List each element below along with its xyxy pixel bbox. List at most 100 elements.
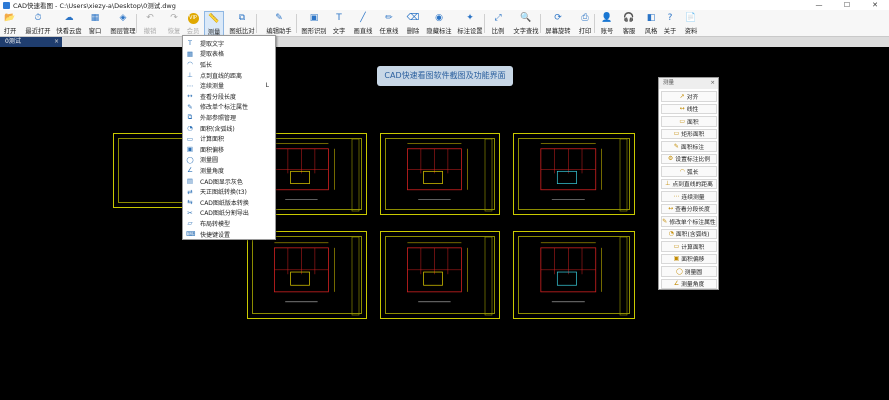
compare-icon: ⧉: [238, 13, 246, 23]
menu-item-label: 计算面积: [200, 136, 225, 144]
panel-button-annotation-scale[interactable]: ⚙ 设置标注比例: [661, 153, 717, 165]
panel-button-measure-angle[interactable]: ∠ 测量角度: [661, 278, 717, 290]
toolbar-button-label: 屏幕旋转: [545, 28, 571, 35]
menu-item-label: 测量角度: [200, 167, 225, 175]
toolbar-button-style[interactable]: ◧ 风格: [642, 11, 660, 36]
panel-button-annotation-property[interactable]: ✎ 修改单个标注属性: [661, 216, 717, 227]
toolbar-button-redo[interactable]: ↷ 恢复: [164, 11, 184, 36]
toolbar-button-freeline[interactable]: ✏ 任意线: [378, 11, 400, 36]
tab-close-icon[interactable]: ×: [54, 37, 59, 47]
toolbar-button-ruler[interactable]: 📏 测量: [204, 11, 224, 36]
drawing-canvas[interactable]: [0, 47, 889, 400]
panel-button-linear[interactable]: ↔ 线性: [661, 103, 717, 115]
menu-item-measure-circle[interactable]: ◯ 测量圆: [183, 155, 275, 166]
menu-item-version-convert[interactable]: ⇆ CAD图纸版本转换: [183, 197, 275, 208]
panel-button-arc-length[interactable]: ◠ 弧长: [661, 166, 717, 177]
toolbar-button-text[interactable]: T 文字: [330, 11, 348, 36]
panel-button-measure-circle[interactable]: ◯ 测量圆: [661, 266, 717, 277]
panel-button-calc-area[interactable]: ▭ 计算面积: [661, 241, 717, 252]
cloud-icon: ☁: [64, 13, 74, 23]
menu-item-gray-display[interactable]: ▤ CAD图显示灰色: [183, 176, 275, 187]
menu-item-xref[interactable]: ⧉ 外部参照管理: [183, 112, 275, 123]
toolbar-button-layers[interactable]: ◈ 图层管理: [110, 11, 136, 36]
toolbar-button-label: 画直线: [353, 28, 373, 35]
toolbar-button-erase[interactable]: ⌫ 删除: [404, 11, 422, 36]
toolbar-button-label: 打开: [3, 28, 17, 35]
toolbar-button-user[interactable]: 👤 账号: [598, 11, 616, 36]
toolbar-button-vip[interactable]: VIP 会员: [184, 11, 202, 36]
annotation-scale-icon: ⚙: [667, 155, 674, 163]
menu-item-split-export[interactable]: ✂ CAD图纸分割导出: [183, 208, 275, 219]
menu-item-measure-angle[interactable]: ∠ 测量角度: [183, 165, 275, 176]
panel-button-rect-area[interactable]: ▭ 矩形面积: [661, 128, 717, 140]
toolbar-button-document[interactable]: 📄 资料: [682, 11, 700, 36]
text-search-icon: 🔍: [520, 13, 532, 23]
panel-button-area-offset[interactable]: ▣ 面积偏移: [661, 253, 717, 265]
panel-button-align[interactable]: ↗ 对齐: [661, 91, 717, 102]
menu-item-annotation-property[interactable]: ✎ 修改单个标注属性: [183, 102, 275, 113]
toolbar-button-line[interactable]: ╱ 画直线: [352, 11, 374, 36]
menu-item-calc-area[interactable]: ▭ 计算面积: [183, 133, 275, 144]
erase-icon: ⌫: [406, 13, 420, 23]
menu-item-layout-to-model[interactable]: ▱ 布局转模型: [183, 218, 275, 229]
menu-item-point-line-distance[interactable]: ⊥ 点到直线的距离: [183, 70, 275, 81]
menu-item-hotkey-settings[interactable]: ⌨ 快捷键设置: [183, 229, 275, 240]
menu-item-label: 测量圆: [200, 157, 219, 165]
arc-length-icon: ◠: [679, 167, 685, 175]
toolbar-button-label: 文字: [332, 28, 346, 35]
window-title: CAD快速看图 - C:\Users\xiezy-a\Desktop\0测试.d…: [13, 2, 176, 10]
shape-recognition-icon: ▣: [309, 13, 319, 23]
edit-assistant-icon: ✎: [275, 13, 283, 23]
toolbar-button-folder[interactable]: 📂 打开: [0, 11, 20, 36]
toolbar-button-label: 恢复: [167, 28, 181, 35]
menu-item-continuous-measure[interactable]: ⋯ 连续测量 L: [183, 80, 275, 91]
toolbar-button-eye[interactable]: ◉ 隐藏标注: [426, 11, 452, 36]
menu-item-label: 点到直线的距离: [200, 72, 243, 80]
minimize-button[interactable]: —: [805, 0, 833, 10]
panel-button-area-annotation[interactable]: ✎ 面积标注: [661, 141, 717, 152]
menu-item-area-offset[interactable]: ▣ 面积偏移: [183, 144, 275, 155]
area-offset-icon: ▣: [186, 145, 194, 154]
menu-item-extract-table[interactable]: ▦ 提取表格: [183, 49, 275, 60]
menu-item-area-arc[interactable]: ◔ 面积(含弧线): [183, 123, 275, 134]
menu-item-arc-length[interactable]: ◠ 弧长: [183, 59, 275, 70]
panel-button-area-arc[interactable]: ◔ 面积(含弧线): [661, 228, 717, 240]
toolbar-button-label: 编辑助手: [266, 28, 292, 35]
close-button[interactable]: ✕: [861, 0, 889, 10]
title-bar: CAD快速看图 - C:\Users\xiezy-a\Desktop\0测试.d…: [0, 0, 889, 10]
scale-icon: ⤢: [494, 13, 502, 23]
tab-document[interactable]: 0测试 ×: [0, 37, 62, 47]
toolbar-button-undo[interactable]: ↶ 撤销: [140, 11, 160, 36]
panel-button-label: 连续测量: [681, 194, 705, 201]
toolbar-button-scale[interactable]: ⤢ 比例: [488, 11, 508, 36]
continuous-measure-icon: ⋯: [186, 81, 194, 90]
toolbar-button-headset[interactable]: 🎧 客服: [620, 11, 638, 36]
toolbar-button-label: 关于: [663, 28, 677, 35]
freeline-icon: ✏: [385, 13, 393, 23]
maximize-button[interactable]: ☐: [833, 0, 861, 10]
toolbar-button-annotation-settings[interactable]: ✦ 标注设置: [456, 11, 484, 36]
drawing-sheet: [380, 231, 500, 319]
panel-button-label: 查看分段长度: [675, 207, 710, 214]
panel-button-point-line-distance[interactable]: ⊥ 点到直线的距离: [661, 178, 717, 190]
toolbar-button-help[interactable]: ? 关于: [662, 11, 678, 36]
annotation-settings-icon: ✦: [466, 13, 474, 23]
toolbar-button-shape-recognition[interactable]: ▣ 图形识别: [301, 11, 326, 36]
panel-button-label: 计算面积: [681, 244, 705, 251]
menu-item-segment-length[interactable]: ↔ 查看分段长度: [183, 91, 275, 102]
panel-button-area[interactable]: ▭ 面积: [661, 116, 717, 127]
toolbar-button-compare[interactable]: ⧉ 图纸比对: [228, 11, 256, 36]
toolbar-button-clock[interactable]: ⏱ 最近打开: [25, 11, 50, 36]
panel-close-icon[interactable]: ×: [710, 78, 715, 89]
menu-item-convert-t3[interactable]: ⇄ 天正图纸转换(t3): [183, 186, 275, 197]
toolbar-button-window[interactable]: ▦ 窗口: [84, 11, 106, 36]
toolbar-button-cloud[interactable]: ☁ 快看云盘: [56, 11, 82, 36]
menu-item-extract-text[interactable]: T 提取文字: [183, 38, 275, 49]
toolbar-button-edit-assistant[interactable]: ✎ 编辑助手: [264, 11, 294, 36]
toolbar-button-rotate-screen[interactable]: ⟳ 屏幕旋转: [544, 11, 572, 36]
toolbar-button-text-search[interactable]: 🔍 文字查找: [512, 11, 540, 36]
panel-button-continuous-measure[interactable]: ⋯ 连续测量: [661, 191, 717, 202]
panel-button-segment-length[interactable]: ↔ 查看分段长度: [661, 203, 717, 215]
toolbar-button-label: 比例: [491, 28, 505, 35]
toolbar-button-print[interactable]: ⎙ 打印: [576, 11, 594, 36]
